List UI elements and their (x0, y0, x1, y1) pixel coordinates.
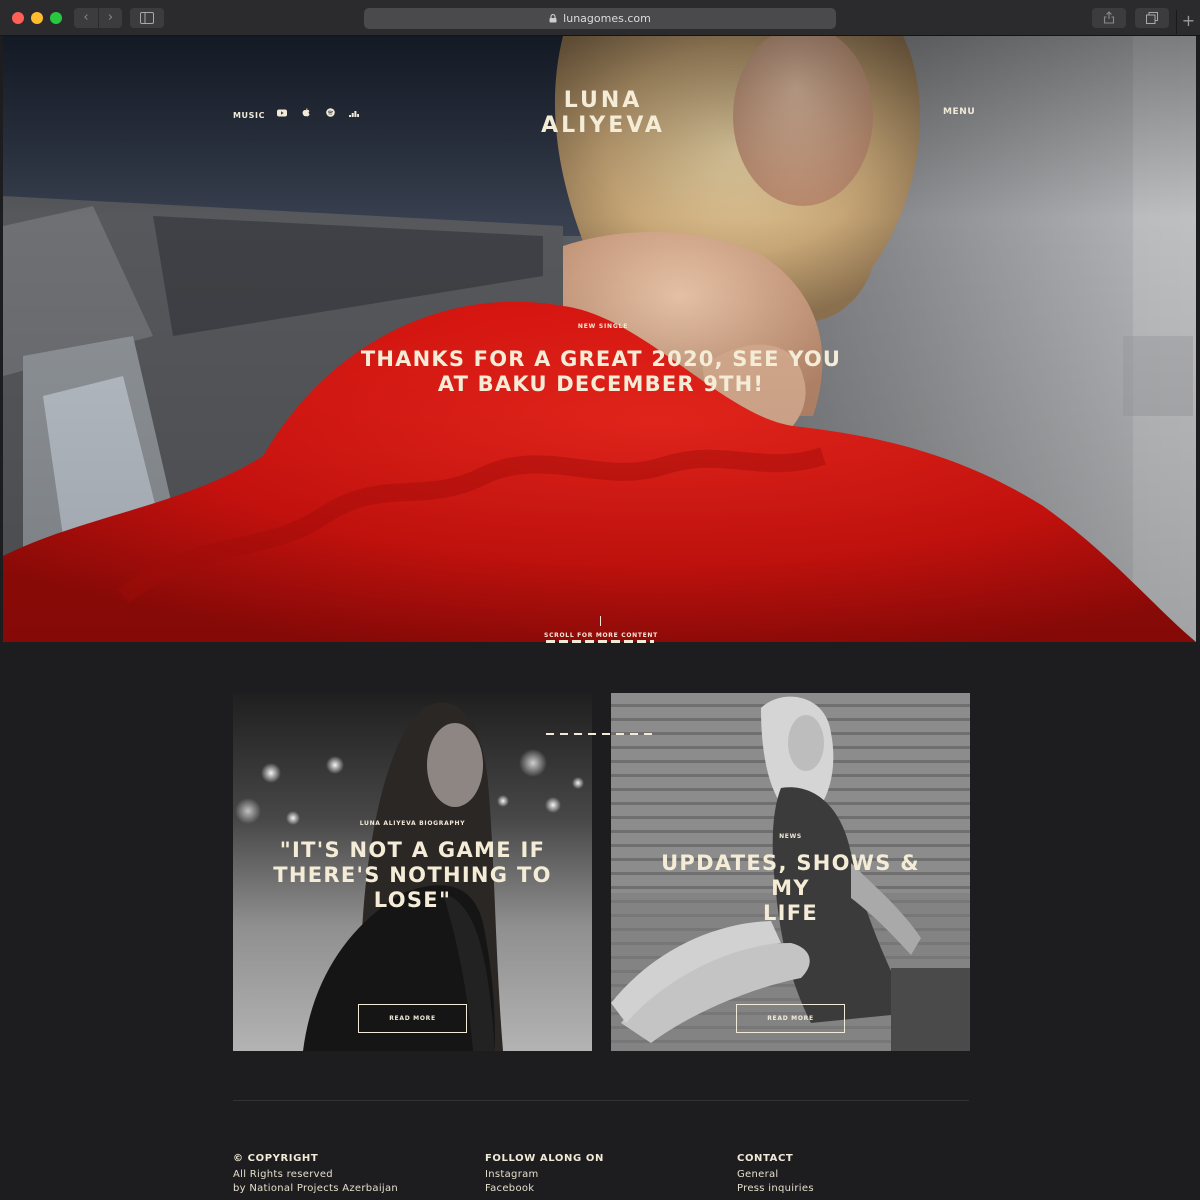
card-title-line: "IT'S NOT A GAME IF (279, 838, 546, 862)
streaming-links (275, 108, 361, 122)
logo-first-name: LUNA (563, 88, 643, 113)
card-title-line: LOSE" (373, 888, 452, 912)
card-title-line: UPDATES, SHOWS & MY (661, 851, 920, 900)
hero-title-line: THANKS FOR A GREAT 2020, SEE YOU (360, 347, 842, 371)
footer-divider (233, 1100, 969, 1101)
address-bar[interactable]: lunagomes.com (364, 8, 836, 29)
menu-button[interactable]: MENU (943, 107, 975, 117)
card-eyebrow: NEWS (779, 833, 802, 840)
hero-title-line: AT BAKU DECEMBER 9TH! (437, 372, 765, 396)
read-more-button[interactable]: READ MORE (736, 1004, 845, 1033)
sidebar-icon (140, 12, 154, 24)
music-nav-link[interactable]: MUSIC (233, 111, 265, 120)
footer-social-column: FOLLOW ALONG ON Instagram Facebook (485, 1152, 705, 1196)
hero-section: MUSIC LUNA ALIYEVA MENU NEW SINGLE THANK… (3, 36, 1196, 642)
hero-eyebrow: NEW SINGLE (577, 323, 629, 330)
youtube-icon[interactable] (275, 108, 289, 122)
browser-toolbar: ‹ › lunagomes.com + (0, 0, 1200, 36)
footer-text: All Rights reserved (233, 1169, 333, 1180)
news-card[interactable]: NEWS UPDATES, SHOWS & MY LIFE READ MORE (611, 693, 970, 1051)
share-button[interactable] (1092, 8, 1126, 28)
press-inquiries-link[interactable]: Press inquiries (737, 1182, 957, 1196)
instagram-link[interactable]: Instagram (485, 1168, 705, 1182)
footer-heading: FOLLOW ALONG ON (485, 1153, 604, 1164)
show-tabs-button[interactable] (1135, 8, 1169, 28)
apple-music-icon[interactable] (299, 108, 313, 122)
facebook-link[interactable]: Facebook (485, 1182, 705, 1196)
scroll-indicator-line (600, 616, 601, 626)
back-button[interactable]: ‹ (74, 8, 98, 28)
zoom-window-button[interactable] (50, 12, 62, 24)
logo-last-name: ALIYEVA (541, 113, 665, 138)
section-divider (546, 733, 654, 735)
deezer-icon[interactable] (347, 108, 361, 122)
card-title: "IT'S NOT A GAME IF THERE'S NOTHING TO L… (263, 838, 562, 913)
footer-text: by National Projects Azerbaijan (233, 1183, 399, 1194)
share-icon (1103, 11, 1115, 24)
url-text: lunagomes.com (563, 12, 651, 25)
scroll-for-more-link[interactable]: SCROLL FOR MORE CONTENT (503, 632, 699, 639)
tabs-icon (1146, 12, 1158, 24)
spotify-icon[interactable] (323, 108, 337, 122)
lock-icon (549, 14, 557, 23)
card-title: UPDATES, SHOWS & MY LIFE (641, 851, 940, 926)
biography-card[interactable]: LUNA ALIYEVA BIOGRAPHY "IT'S NOT A GAME … (233, 693, 592, 1051)
footer-heading: © COPYRIGHT (233, 1153, 319, 1164)
minimize-window-button[interactable] (31, 12, 43, 24)
footer-copyright-column: © COPYRIGHT All Rights reserved by Natio… (233, 1152, 453, 1196)
section-divider (546, 640, 654, 643)
footer-heading: CONTACT (737, 1153, 794, 1164)
general-contact-link[interactable]: General (737, 1168, 957, 1182)
hero-title: THANKS FOR A GREAT 2020, SEE YOU AT BAKU… (343, 347, 859, 397)
close-window-button[interactable] (12, 12, 24, 24)
site-logo[interactable]: LUNA ALIYEVA (503, 88, 703, 138)
read-more-button[interactable]: READ MORE (358, 1004, 467, 1033)
card-title-line: LIFE (762, 901, 819, 925)
card-title-line: THERE'S NOTHING TO (273, 863, 552, 887)
new-tab-button[interactable]: + (1176, 10, 1198, 34)
footer-contact-column: CONTACT General Press inquiries (737, 1152, 957, 1196)
sidebar-toggle-button[interactable] (130, 8, 164, 28)
forward-button[interactable]: › (98, 8, 122, 28)
card-eyebrow: LUNA ALIYEVA BIOGRAPHY (359, 820, 466, 827)
